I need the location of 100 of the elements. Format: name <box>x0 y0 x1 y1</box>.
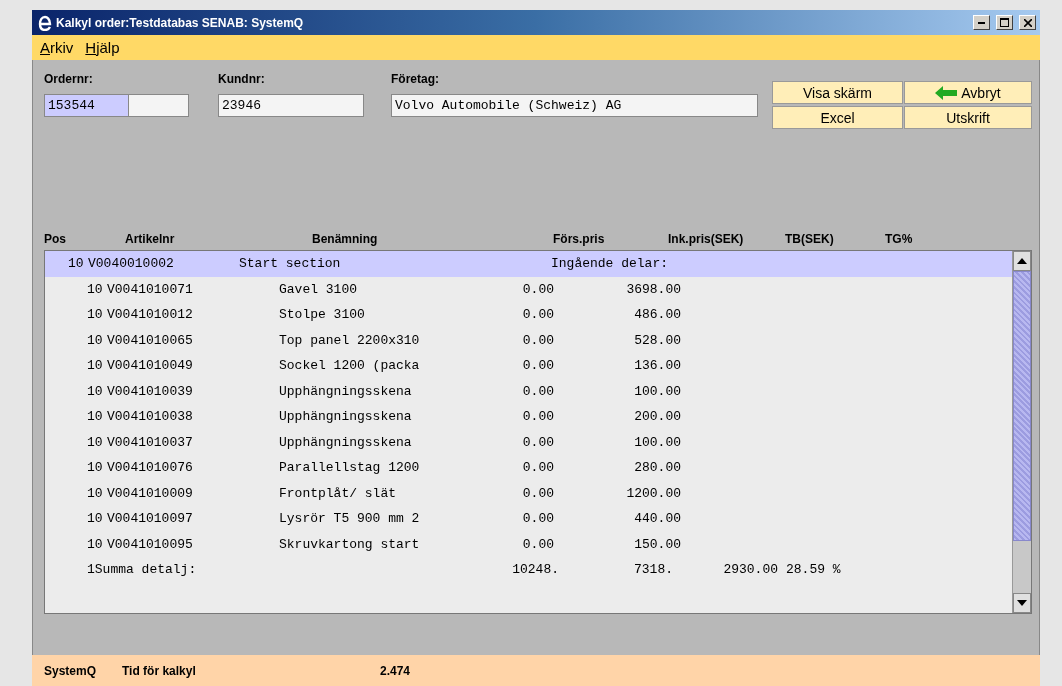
table-row[interactable]: 10 V0041010012 Stolpe 3100 0.00 486.00 <box>45 302 1012 328</box>
table-row[interactable]: 10 V0040010002 Start section Ingående delar: <box>45 251 1012 277</box>
table-cell-text: 10 <box>87 485 104 501</box>
table-cell-text: 486.00 <box>633 307 681 323</box>
table-row[interactable]: 1Summa detalj: 10248. 7318. 2930.00 28.59 % <box>45 557 1012 583</box>
table-cell-text: V0041010037 <box>107 434 194 450</box>
table-cell-text: Parallellstag 1200 <box>279 460 421 476</box>
action-button[interactable]: Excel <box>772 106 903 129</box>
menu-item[interactable]: Hjälp <box>85 39 120 56</box>
table-cell-text: 0.00 <box>521 536 554 552</box>
minimize-button[interactable] <box>973 15 990 30</box>
down-arrow-icon <box>1017 600 1027 606</box>
field-label: Ordernr: <box>44 72 94 86</box>
table-row[interactable]: 10 V0041010038 Upphängningsskena 0.00 200.00 <box>45 404 1012 430</box>
menu-item[interactable]: Arkiv <box>40 39 74 56</box>
input-field[interactable]: Volvo Automobile (Schweiz) AG <box>391 94 758 117</box>
column-header: TB(SEK) <box>785 232 835 246</box>
scroll-down-button[interactable] <box>1013 593 1031 613</box>
table-cell-text: 10 <box>87 332 104 348</box>
table-cell-text: V0040010002 <box>88 256 175 272</box>
table-cell-text: Sockel 1200 (packa <box>279 358 421 374</box>
table-cell-text: 10 <box>87 358 104 374</box>
left-arrow-icon <box>935 85 958 100</box>
close-icon <box>1023 18 1032 27</box>
app-logo-icon <box>38 14 52 31</box>
table-cell-text: Upphängningsskena <box>279 409 413 425</box>
table-cell-text: 10 <box>87 383 104 399</box>
status-text: SystemQ <box>44 663 98 678</box>
table-cell-text: 1200.00 <box>625 485 681 501</box>
table-cell-text: 10 <box>87 307 104 323</box>
table-cell-text: V0041010009 <box>107 485 194 501</box>
action-button[interactable]: Utskrift <box>904 106 1032 129</box>
status-text: Tid för kalkyl <box>122 663 197 678</box>
column-header: TG% <box>885 232 914 246</box>
table-cell-text: 10 <box>87 460 104 476</box>
table-cell-text: 0.00 <box>521 332 554 348</box>
table-cell-text: 10 <box>68 256 85 272</box>
table-cell-text: Stolpe 3100 <box>279 307 366 323</box>
table-cell-text: V0041010049 <box>107 358 194 374</box>
input-field[interactable]: 23946 <box>218 94 364 117</box>
table-row[interactable]: 10 V0041010076 Parallellstag 1200 0.00 280.00 <box>45 455 1012 481</box>
field-label: Kundnr: <box>218 72 266 86</box>
table-cell-text: V0041010012 <box>107 307 194 323</box>
table-cell-text: V0041010039 <box>107 383 194 399</box>
table-cell-text: Frontplåt/ slät <box>279 485 398 501</box>
table-cell-text: V0041010097 <box>107 511 194 527</box>
table-cell-text: 280.00 <box>633 460 681 476</box>
table-cell-text: Start section <box>239 256 342 272</box>
table-cell-text: 100.00 <box>633 383 681 399</box>
table-row[interactable]: 10 V0041010095 Skruvkartong start 0.00 150.00 <box>45 531 1012 557</box>
column-header: Ink.pris(SEK) <box>668 232 745 246</box>
input-field[interactable]: 153544 <box>44 94 189 117</box>
table-row[interactable]: 10 V0041010049 Sockel 1200 (packa 0.00 136.00 <box>45 353 1012 379</box>
column-header: Förs.pris <box>553 232 606 246</box>
table-cell-text: 0.00 <box>521 358 554 374</box>
table-cell-text: 7318. <box>633 562 673 578</box>
table-cell-text: 10 <box>87 434 104 450</box>
table-cell-text: Ingående delar: <box>551 256 670 272</box>
table-row[interactable]: 10 V0041010071 Gavel 3100 0.00 3698.00 <box>45 276 1012 302</box>
minimize-icon <box>978 21 985 24</box>
table-cell-text: V0041010071 <box>107 281 194 297</box>
table-cell-text: 10 <box>87 409 104 425</box>
table-row[interactable]: 10 V0041010009 Frontplåt/ slät 0.00 1200.00 <box>45 480 1012 506</box>
scroll-up-button[interactable] <box>1013 251 1031 271</box>
table-row[interactable]: 10 V0041010039 Upphängningsskena 0.00 100.00 <box>45 378 1012 404</box>
close-button[interactable] <box>1019 15 1036 30</box>
window-title: Kalkyl order:Testdatabas SENAB: SystemQ <box>56 15 305 30</box>
table-cell-text: 10 <box>87 511 104 527</box>
table-cell-text: 440.00 <box>633 511 681 527</box>
table-cell-text: 10 <box>87 281 104 297</box>
maximize-button[interactable] <box>996 15 1013 30</box>
column-header: Artikelnr <box>125 232 176 246</box>
table-cell-text: 1Summa detalj: <box>87 562 198 578</box>
table-cell-text: Skruvkartong start <box>279 536 421 552</box>
table-cell-text: V0041010038 <box>107 409 194 425</box>
scrollbar[interactable] <box>1012 251 1031 613</box>
scroll-thumb[interactable] <box>1013 271 1031 541</box>
table-cell-text: 0.00 <box>521 434 554 450</box>
table-cell-text: 0.00 <box>521 383 554 399</box>
table-cell-text: 150.00 <box>633 536 681 552</box>
table-cell-text: V0041010065 <box>107 332 194 348</box>
column-header: Pos <box>44 232 67 246</box>
table-cell-text: Upphängningsskena <box>279 434 413 450</box>
table-row[interactable]: 10 V0041010065 Top panel 2200x310 0.00 528.00 <box>45 327 1012 353</box>
table-cell-text: 2930.00 <box>722 562 778 578</box>
column-header: Benämning <box>312 232 379 246</box>
table-cell-text: 0.00 <box>521 511 554 527</box>
status-text: 2.474 <box>380 663 412 678</box>
table-cell-text: Upphängningsskena <box>279 383 413 399</box>
cancel-button[interactable]: Avbryt <box>904 81 1032 104</box>
table-cell-text: 136.00 <box>633 358 681 374</box>
table-cell-text: 0.00 <box>521 409 554 425</box>
table-cell-text: 528.00 <box>633 332 681 348</box>
up-arrow-icon <box>1017 258 1027 264</box>
action-button[interactable]: Visa skärm <box>772 81 903 104</box>
table-cell-text: Top panel 2200x310 <box>279 332 421 348</box>
table-cell-text: 0.00 <box>521 460 554 476</box>
table-row[interactable]: 10 V0041010037 Upphängningsskena 0.00 100.00 <box>45 429 1012 455</box>
table-row[interactable]: 10 V0041010097 Lysrör T5 900 mm 2 0.00 440.00 <box>45 506 1012 532</box>
table-cell-text: 28.59 % <box>786 562 842 578</box>
